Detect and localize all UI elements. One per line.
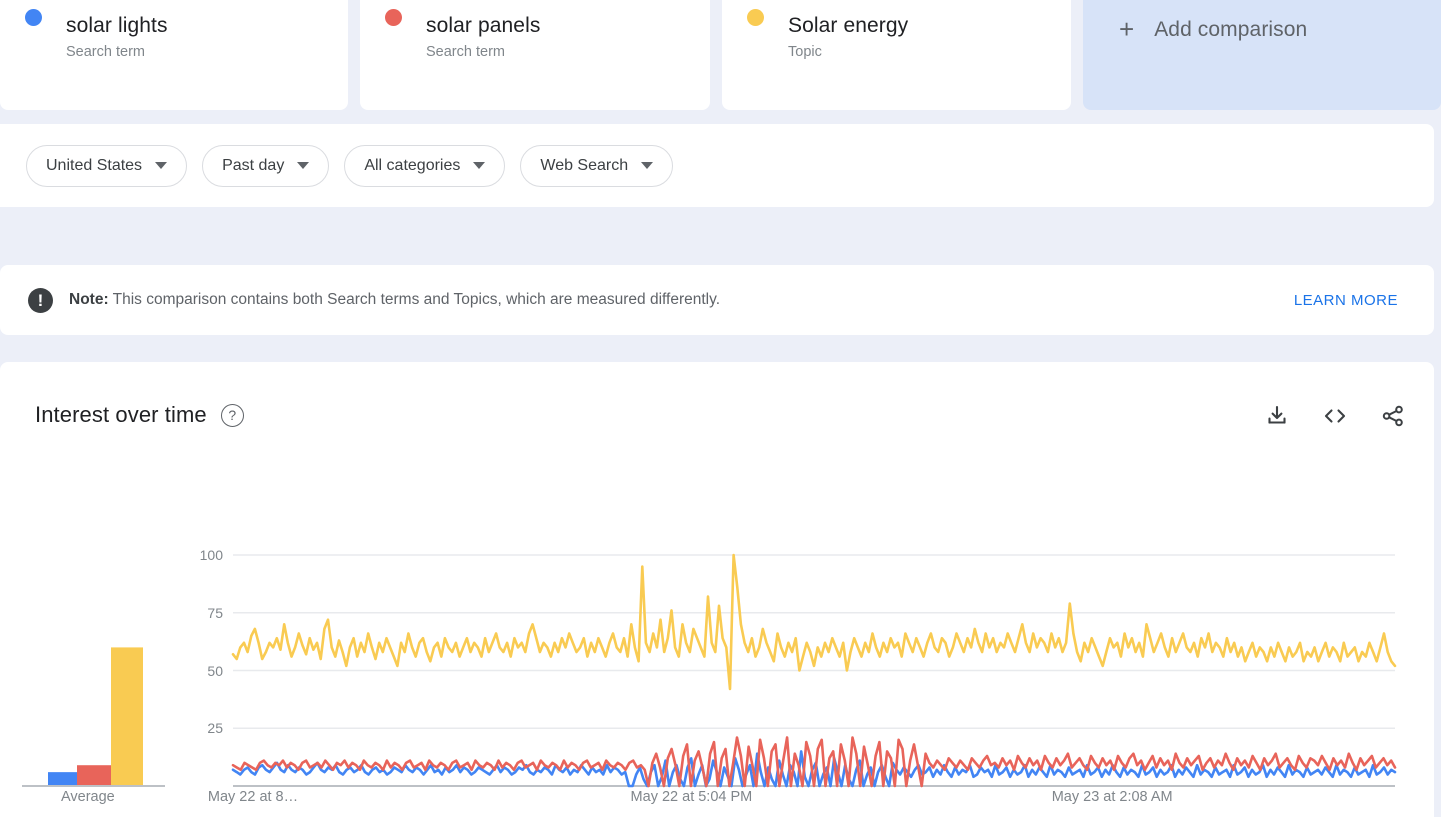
chart-header: Interest over time ?: [35, 402, 244, 428]
note-text: Note: This comparison contains both Sear…: [69, 290, 720, 310]
note-label: Note:: [69, 291, 109, 308]
series-color-dot-0: [25, 9, 42, 26]
filter-location[interactable]: United States: [26, 145, 187, 187]
page-title: Interest over time: [35, 402, 207, 428]
download-icon[interactable]: [1265, 404, 1289, 428]
add-comparison-label: Add comparison: [1154, 16, 1307, 43]
share-icon[interactable]: [1381, 404, 1405, 428]
filter-location-label: United States: [46, 157, 142, 175]
google-trends-page: solar lights Search term solar panels Se…: [0, 0, 1441, 817]
note-banner: ! Note: This comparison contains both Se…: [0, 265, 1434, 335]
filter-search-type[interactable]: Web Search: [520, 145, 673, 187]
chevron-down-icon: [641, 162, 653, 169]
plus-icon: +: [1119, 16, 1134, 42]
term-type-label: Topic: [788, 43, 1071, 61]
filter-category-label: All categories: [364, 157, 460, 175]
series-color-dot-2: [747, 9, 764, 26]
note-body: This comparison contains both Search ter…: [113, 291, 720, 308]
add-comparison-button[interactable]: + Add comparison: [1083, 0, 1441, 110]
filter-time-range-label: Past day: [222, 157, 284, 175]
chart-toolbar: [1265, 404, 1405, 428]
learn-more-link[interactable]: LEARN MORE: [1294, 292, 1398, 309]
chevron-down-icon: [473, 162, 485, 169]
chevron-down-icon: [297, 162, 309, 169]
term-type-label: Search term: [426, 43, 710, 61]
filter-bar: United States Past day All categories We…: [0, 124, 1434, 207]
term-card-solar-lights[interactable]: solar lights Search term: [0, 0, 348, 110]
exclamation-icon: !: [28, 288, 53, 313]
filter-time-range[interactable]: Past day: [202, 145, 329, 187]
term-card-solar-panels[interactable]: solar panels Search term: [360, 0, 710, 110]
term-type-label: Search term: [66, 43, 348, 61]
term-title: solar lights: [66, 14, 348, 38]
chevron-down-icon: [155, 162, 167, 169]
term-title: solar panels: [426, 14, 710, 38]
term-title: Solar energy: [788, 14, 1071, 38]
embed-icon[interactable]: [1322, 404, 1348, 428]
help-icon[interactable]: ?: [221, 404, 244, 427]
interest-over-time-card: Interest over time ?: [0, 362, 1434, 817]
comparison-cards-row: solar lights Search term solar panels Se…: [0, 0, 1441, 110]
filter-category[interactable]: All categories: [344, 145, 505, 187]
term-card-solar-energy[interactable]: Solar energy Topic: [722, 0, 1071, 110]
filter-search-type-label: Web Search: [540, 157, 628, 175]
series-color-dot-1: [385, 9, 402, 26]
